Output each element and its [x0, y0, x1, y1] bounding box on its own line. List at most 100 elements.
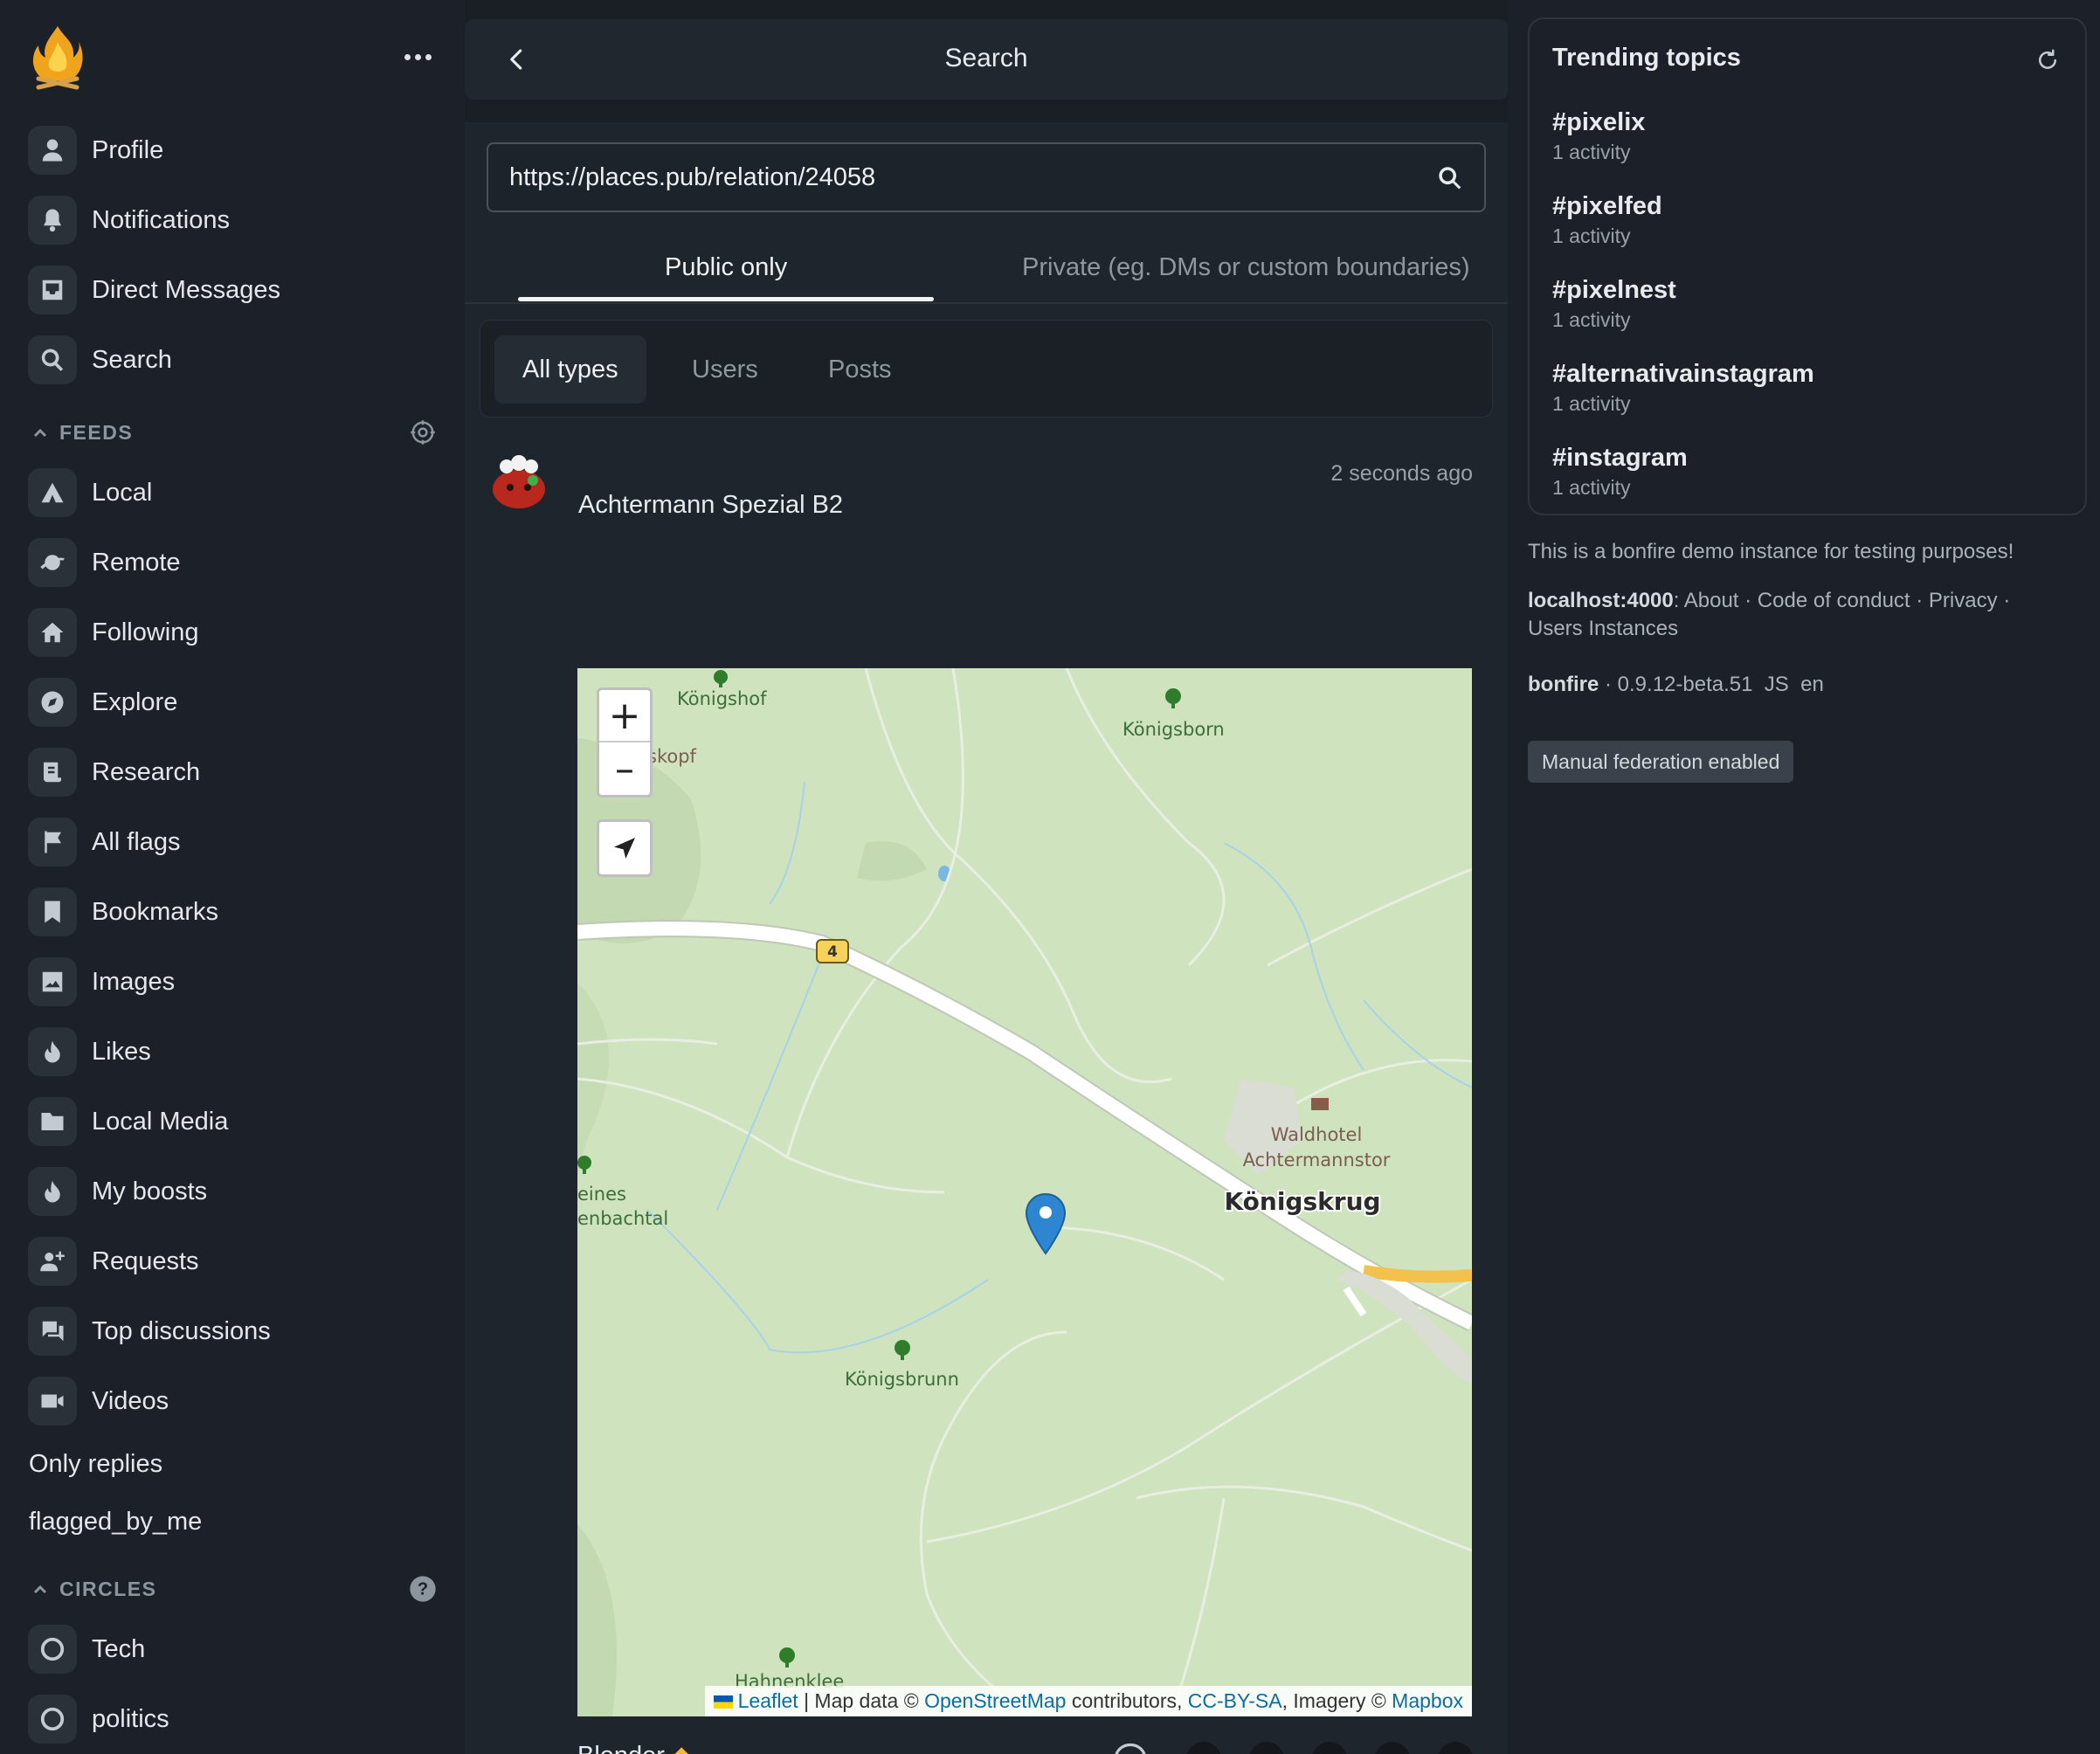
privacy-link[interactable]: Privacy	[1929, 589, 1998, 612]
sidebar-item-profile[interactable]: Profile	[28, 122, 163, 178]
trending-tag: #pixelfed	[1552, 192, 1662, 220]
sidebar-item-label: Profile	[92, 135, 164, 164]
federation-badge: Manual federation enabled	[1528, 741, 1794, 783]
about-link[interactable]: About	[1684, 589, 1739, 612]
zoom-in-button[interactable]: +	[599, 690, 650, 742]
map-label-eines: eines	[577, 1184, 626, 1205]
locate-arrow-icon[interactable]	[599, 822, 650, 874]
folder-icon	[28, 1097, 77, 1146]
sidebar-item-search[interactable]: Search	[28, 332, 172, 388]
cc-by-sa-link[interactable]: CC-BY-SA	[1188, 1689, 1282, 1712]
sidebar-item-top-discussions[interactable]: Top discussions	[28, 1303, 271, 1359]
refresh-icon[interactable]	[2034, 47, 2062, 75]
instances-link[interactable]: Instances	[1588, 617, 1678, 640]
app-version: 0.9.12-beta.51	[1617, 673, 1753, 696]
sidebar-item-videos[interactable]: Videos	[28, 1373, 169, 1429]
tab-public-only[interactable]: Public only	[665, 253, 787, 282]
sidebar-item-bookmarks[interactable]: Bookmarks	[28, 884, 218, 940]
sidebar-item-research[interactable]: Research	[28, 744, 200, 800]
activity-title[interactable]: Achtermann Spezial B2	[578, 491, 843, 520]
trending-item[interactable]: #pixelfed 1 activity	[1552, 192, 1662, 248]
sidebar-item-flagged-by-me[interactable]: flagged_by_me	[29, 1508, 202, 1536]
sidebar-item-local-media[interactable]: Local Media	[28, 1094, 228, 1150]
sidebar-item-only-replies[interactable]: Only replies	[29, 1450, 162, 1479]
svg-text:?: ?	[418, 1580, 428, 1599]
sidebar-item-remote[interactable]: Remote	[28, 535, 181, 590]
filter-all-types[interactable]: All types	[494, 335, 646, 404]
diamond-icon: ◆	[672, 1742, 691, 1754]
circles-help-icon[interactable]: ?	[408, 1574, 438, 1604]
flame-icon	[28, 1167, 77, 1216]
sidebar-item-circle-tech[interactable]: Tech	[28, 1621, 145, 1677]
bonfire-logo-icon[interactable]	[30, 23, 86, 93]
sidebar-item-images[interactable]: Images	[28, 954, 175, 1010]
sidebar-item-all-flags[interactable]: All flags	[28, 814, 181, 870]
avatar[interactable]	[491, 454, 547, 510]
map-attribution: Leaflet | Map data © OpenStreetMap contr…	[704, 1686, 1472, 1716]
sidebar-item-label: Notifications	[92, 205, 230, 234]
map-embed[interactable]: 4 Königshof Königsborn eines enbachtal K…	[577, 668, 1472, 1716]
activity-timestamp[interactable]: 2 seconds ago	[1330, 461, 1473, 487]
boost-action-icon[interactable]	[1186, 1742, 1221, 1754]
circle-icon	[28, 1625, 77, 1674]
search-icon	[28, 335, 77, 384]
leaflet-link[interactable]: Leaflet	[738, 1689, 798, 1712]
next-activity-title[interactable]: Blender ◆	[577, 1740, 691, 1754]
language-selector[interactable]: en	[1800, 673, 1824, 696]
trending-item[interactable]: #alternativainstagram 1 activity	[1552, 360, 1814, 416]
reply-bubble-icon[interactable]	[1111, 1740, 1150, 1754]
filter-posts[interactable]: Posts	[800, 335, 920, 404]
search-input[interactable]	[509, 144, 1383, 211]
bookmark-action-icon[interactable]	[1312, 1742, 1347, 1754]
sidebar-item-label: Research	[92, 757, 201, 786]
sidebar-item-label: Requests	[92, 1246, 199, 1275]
main-column: Search Public only Private (eg. DMs or c…	[465, 0, 1508, 1754]
sidebar-item-direct-messages[interactable]: Direct Messages	[28, 262, 280, 318]
sidebar-item-my-boosts[interactable]: My boosts	[28, 1164, 207, 1219]
trending-title: Trending topics	[1552, 44, 1741, 72]
compass-icon	[28, 678, 77, 727]
sidebar-item-label: Following	[92, 618, 199, 646]
sidebar-item-following[interactable]: Following	[28, 604, 199, 660]
sidebar-item-label: All flags	[92, 827, 181, 856]
openstreetmap-link[interactable]: OpenStreetMap	[924, 1689, 1066, 1712]
sidebar-item-requests[interactable]: Requests	[28, 1233, 199, 1289]
sidebar-item-local[interactable]: Local	[28, 465, 152, 521]
chevron-up-icon	[33, 428, 47, 437]
circles-section-toggle[interactable]: CIRCLES	[31, 1578, 156, 1601]
trending-item[interactable]: #pixelix 1 activity	[1552, 108, 1645, 164]
map-label-achtermannstor: Achtermannstor	[1243, 1150, 1391, 1170]
feeds-settings-gear-icon[interactable]	[408, 418, 438, 447]
sidebar-item-likes[interactable]: Likes	[28, 1024, 151, 1080]
inbox-icon	[28, 266, 77, 314]
sidebar-item-label: Videos	[92, 1386, 169, 1415]
feeds-section-toggle[interactable]: FEEDS	[31, 421, 133, 445]
search-panel: Public only Private (eg. DMs or custom b…	[465, 122, 1508, 1754]
chevron-up-icon	[33, 1585, 47, 1593]
trending-item[interactable]: #instagram 1 activity	[1552, 444, 1688, 500]
app-version-line: bonfire · 0.9.12-beta.51 JS en	[1528, 673, 1824, 696]
map-label-konigsbrunn: Königsbrunn	[845, 1369, 959, 1390]
sidebar-item-circle-politics[interactable]: politics	[28, 1691, 169, 1747]
sidebar-item-label: Search	[92, 345, 172, 374]
zoom-out-button[interactable]: –	[599, 742, 650, 795]
share-action-icon[interactable]	[1375, 1742, 1410, 1754]
more-action-icon[interactable]	[1438, 1742, 1473, 1754]
map-pin-icon[interactable]	[1025, 1192, 1067, 1255]
attribution-text: | Map data ©	[804, 1689, 919, 1712]
code-of-conduct-link[interactable]: Code of conduct	[1758, 589, 1910, 612]
users-link[interactable]: Users	[1528, 617, 1583, 640]
sidebar-item-notifications[interactable]: Notifications	[28, 192, 230, 248]
more-options-icon[interactable]	[400, 42, 435, 72]
planet-icon	[28, 538, 77, 587]
sidebar-item-explore[interactable]: Explore	[28, 674, 177, 730]
trending-item[interactable]: #pixelnest 1 activity	[1552, 276, 1676, 332]
app-name[interactable]: bonfire	[1528, 673, 1599, 696]
like-action-icon[interactable]	[1249, 1742, 1284, 1754]
filter-users[interactable]: Users	[664, 335, 786, 404]
tab-private[interactable]: Private (eg. DMs or custom boundaries)	[1022, 253, 1470, 282]
search-icon[interactable]	[1435, 163, 1465, 193]
video-icon	[28, 1377, 77, 1426]
mapbox-link[interactable]: Mapbox	[1392, 1689, 1463, 1712]
trending-tag: #pixelnest	[1552, 276, 1676, 304]
